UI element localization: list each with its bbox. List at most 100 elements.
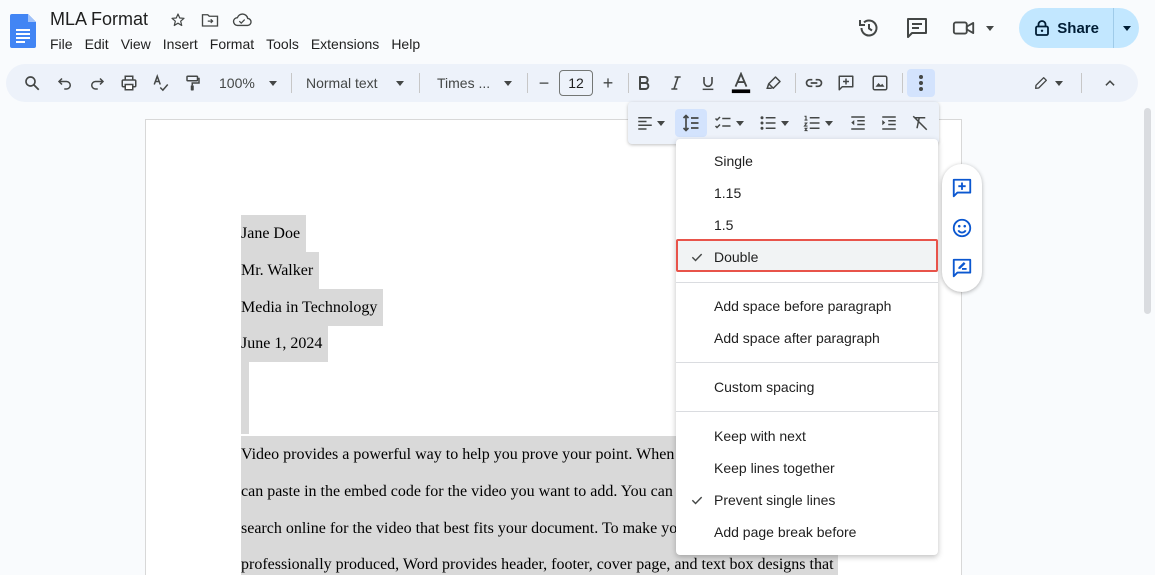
align-left-icon	[638, 117, 652, 130]
document-line: Mr. Walker	[241, 252, 320, 289]
share-label: Share	[1057, 19, 1099, 37]
overflow-toolbar	[628, 102, 939, 144]
share-dropdown-button[interactable]	[1113, 8, 1139, 48]
italic-button[interactable]	[662, 69, 690, 97]
menu-divider	[676, 411, 938, 412]
add-comment-float-button[interactable]	[950, 176, 974, 200]
editing-mode-button[interactable]	[1028, 69, 1068, 97]
menu-item-keep-lines-together[interactable]: Keep lines together	[676, 452, 938, 484]
toolbar-divider	[419, 73, 420, 93]
text-color-button[interactable]	[727, 69, 755, 97]
menu-tools[interactable]: Tools	[260, 34, 305, 54]
menu-edit[interactable]: Edit	[79, 34, 115, 54]
menu-item-label: Add space before paragraph	[714, 298, 892, 314]
menu-item-double[interactable]: Double	[676, 241, 938, 273]
insert-image-button[interactable]	[866, 69, 894, 97]
line-spacing-button[interactable]	[675, 109, 707, 137]
menu-item-custom-spacing[interactable]: Custom spacing	[676, 371, 938, 403]
font-size-input[interactable]: 12	[559, 70, 593, 96]
decrease-font-size-button[interactable]: −	[530, 69, 558, 97]
menu-item-label: Custom spacing	[714, 379, 815, 395]
add-comment-icon	[838, 75, 854, 91]
image-icon	[872, 75, 888, 91]
checklist-icon	[714, 116, 731, 129]
add-comment-button[interactable]	[832, 69, 860, 97]
emoji-icon	[952, 218, 972, 238]
comments-button[interactable]	[897, 8, 937, 48]
increase-indent-button[interactable]	[877, 109, 901, 137]
paragraph-style-value: Normal text	[306, 75, 378, 91]
toolbar-divider	[902, 73, 903, 93]
toolbar-divider	[795, 73, 796, 93]
print-button[interactable]	[115, 69, 143, 97]
zoom-value: 100%	[219, 75, 255, 91]
menu-bar: File Edit View Insert Format Tools Exten…	[44, 34, 426, 54]
decrease-indent-icon	[851, 116, 865, 130]
zoom-select[interactable]: 100%	[213, 69, 283, 97]
menu-item-label: Double	[714, 249, 759, 265]
star-icon[interactable]	[166, 10, 190, 30]
clear-formatting-icon	[912, 115, 928, 131]
check-icon	[691, 496, 703, 505]
menu-help[interactable]: Help	[385, 34, 426, 54]
menu-view[interactable]: View	[115, 34, 157, 54]
clear-formatting-button[interactable]	[908, 109, 932, 137]
cloud-saved-icon[interactable]	[230, 10, 254, 30]
chevron-down-icon	[504, 80, 512, 86]
document-line: June 1, 2024	[241, 325, 329, 362]
menu-item-label: Keep with next	[714, 428, 806, 444]
decrease-indent-button[interactable]	[846, 109, 870, 137]
video-camera-icon	[953, 21, 975, 35]
docs-logo-icon[interactable]	[10, 14, 36, 48]
paint-format-button[interactable]	[179, 69, 207, 97]
toolbar-divider	[291, 73, 292, 93]
version-history-button[interactable]	[849, 8, 889, 48]
undo-button[interactable]	[51, 69, 79, 97]
line-spacing-menu-layer: Double Add space before paragraph Add sp…	[676, 139, 938, 555]
menu-item-keep-with-next[interactable]: Keep with next	[676, 420, 938, 452]
checklist-button[interactable]	[713, 109, 751, 137]
font-select[interactable]: Times ...	[431, 69, 518, 97]
menu-file[interactable]: File	[44, 34, 79, 54]
text-color-icon	[731, 72, 751, 94]
share-button[interactable]: Share	[1019, 8, 1113, 48]
numbered-list-button[interactable]	[802, 109, 840, 137]
menu-item-label: Prevent single lines	[714, 492, 836, 508]
paragraph-style-select[interactable]: Normal text	[300, 69, 410, 97]
check-icon	[691, 253, 703, 262]
meet-button[interactable]	[945, 8, 1001, 48]
main-toolbar: 100% Normal text Times ... − 12 +	[6, 64, 1138, 102]
suggest-edits-button[interactable]	[950, 256, 974, 280]
share-button-group: Share	[1019, 8, 1139, 48]
spelling-check-button[interactable]	[147, 69, 175, 97]
menu-format[interactable]: Format	[204, 34, 260, 54]
hide-menus-button[interactable]	[1096, 69, 1124, 97]
vertical-scrollbar[interactable]	[1144, 108, 1151, 314]
move-folder-icon[interactable]	[198, 10, 222, 30]
menu-item-add-page-break-before[interactable]: Add page break before	[676, 516, 938, 548]
search-menus-button[interactable]	[18, 69, 46, 97]
menu-item-add-space-after[interactable]: Add space after paragraph	[676, 322, 938, 354]
highlight-color-button[interactable]	[760, 69, 788, 97]
bold-button[interactable]	[630, 69, 658, 97]
search-icon	[25, 76, 40, 91]
add-emoji-reaction-button[interactable]	[950, 216, 974, 240]
highlighter-icon	[766, 76, 781, 89]
underline-button[interactable]	[694, 69, 722, 97]
chevron-down-icon	[396, 80, 404, 86]
more-options-button[interactable]	[907, 69, 935, 97]
menu-extensions[interactable]: Extensions	[305, 34, 385, 54]
line-spacing-icon	[682, 114, 699, 132]
menu-item-add-space-before[interactable]: Add space before paragraph	[676, 290, 938, 322]
insert-link-button[interactable]	[800, 69, 828, 97]
more-vert-icon	[919, 75, 923, 91]
redo-button[interactable]	[83, 69, 111, 97]
bulleted-list-button[interactable]	[758, 109, 796, 137]
increase-font-size-button[interactable]: +	[594, 69, 622, 97]
menu-item-prevent-single-lines[interactable]: Prevent single lines	[676, 484, 938, 516]
menu-insert[interactable]: Insert	[157, 34, 204, 54]
link-icon	[805, 78, 823, 88]
align-button[interactable]	[636, 109, 670, 137]
document-title[interactable]: MLA Format	[50, 9, 148, 30]
toolbar-divider	[1081, 73, 1082, 93]
